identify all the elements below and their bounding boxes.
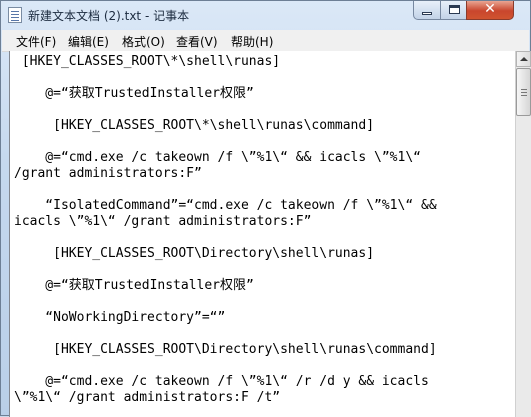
grip-line — [521, 89, 527, 90]
minimize-button[interactable] — [413, 1, 441, 20]
text-line: \”%1\“ /grant administrators:F /t” — [14, 390, 281, 405]
notepad-window: 新建文本文档 (2).txt - 记事本 ✕ 文件(F) 编辑(E) 格式(O)… — [0, 0, 531, 417]
scrollbar-thumb[interactable] — [516, 68, 531, 116]
menu-edit[interactable]: 编辑(E) — [68, 33, 109, 50]
text-line: icacls \”%1\“ /grant administrators:F” — [14, 214, 312, 229]
notepad-app-icon[interactable] — [8, 7, 22, 23]
text-line: @=“cmd.exe /c takeown /f \”%1\“ && icacl… — [14, 150, 421, 165]
scroll-up-button[interactable] — [516, 51, 531, 67]
text-line: @=“cmd.exe /c takeown /f \”%1\“ /r /d y … — [14, 374, 429, 389]
maximize-button[interactable] — [440, 1, 467, 20]
text-line: [HKEY_CLASSES_ROOT\Directory\shell\runas… — [14, 342, 437, 357]
grip-line — [521, 92, 527, 93]
text-line: [HKEY_CLASSES_ROOT\*\shell\runas] — [14, 54, 281, 69]
close-icon: ✕ — [484, 1, 496, 17]
text-line: /grant administrators:F” — [14, 166, 202, 181]
text-line: @=“获取TrustedInstaller权限” — [14, 86, 254, 101]
text-line: “NoWorkingDirectory”=“” — [14, 310, 226, 325]
vertical-scrollbar[interactable] — [515, 51, 531, 417]
text-line: [HKEY_CLASSES_ROOT\*\shell\runas\command… — [14, 118, 375, 133]
close-button[interactable]: ✕ — [466, 1, 514, 20]
text-line: [HKEY_CLASSES_ROOT\Directory\shell\runas… — [14, 246, 375, 261]
title-bar[interactable]: 新建文本文档 (2).txt - 记事本 ✕ — [1, 1, 530, 29]
chevron-up-icon — [520, 57, 528, 61]
text-editor-area[interactable]: [HKEY_CLASSES_ROOT\*\shell\runas] @=“获取T… — [9, 51, 515, 417]
menu-help[interactable]: 帮助(H) — [231, 33, 273, 50]
grip-line — [521, 95, 527, 96]
text-line: @=“获取TrustedInstaller权限” — [14, 278, 254, 293]
text-line: “IsolatedCommand”=“cmd.exe /c takeown /f… — [14, 198, 437, 213]
minimize-icon — [422, 12, 432, 15]
menu-file[interactable]: 文件(F) — [16, 33, 56, 50]
menu-view[interactable]: 查看(V) — [176, 33, 218, 50]
menu-bar: 文件(F) 编辑(E) 格式(O) 查看(V) 帮助(H) — [2, 30, 529, 52]
maximize-icon — [449, 5, 460, 14]
window-title: 新建文本文档 (2).txt - 记事本 — [28, 9, 190, 23]
menu-format[interactable]: 格式(O) — [122, 33, 165, 50]
